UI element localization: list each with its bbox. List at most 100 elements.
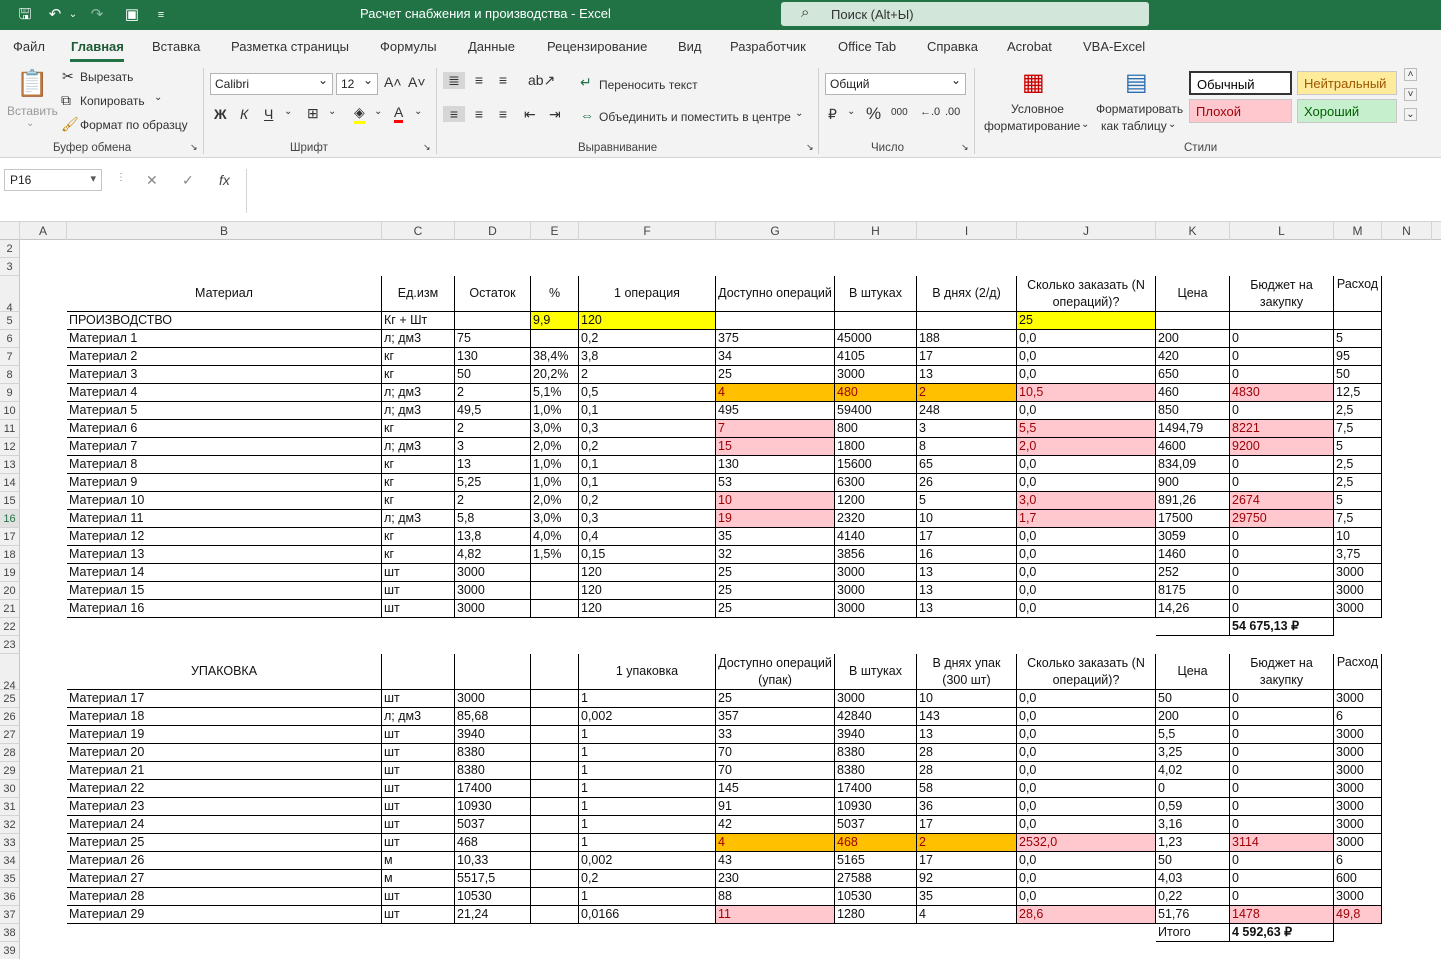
table1-cell[interactable]: 2 bbox=[455, 492, 531, 510]
table2-cell[interactable]: 230 bbox=[716, 870, 835, 888]
table2-cell[interactable]: 3000 bbox=[1334, 762, 1382, 780]
increase-indent-icon[interactable]: ⇥ bbox=[549, 106, 561, 123]
row-header-14[interactable]: 14 bbox=[0, 474, 20, 492]
table1-cell[interactable]: 25 bbox=[716, 564, 835, 582]
table1-cell[interactable]: Материал 8 bbox=[67, 456, 382, 474]
table2-cell[interactable]: Материал 24 bbox=[67, 816, 382, 834]
decrease-indent-icon[interactable]: ⇤ bbox=[524, 106, 536, 123]
row-header-22[interactable]: 22 bbox=[0, 618, 20, 636]
row-header-2[interactable]: 2 bbox=[0, 240, 20, 258]
table1-cell[interactable]: 2 bbox=[455, 384, 531, 402]
decrease-decimal-icon[interactable]: .00 bbox=[945, 106, 960, 118]
styles-scroll-up-icon[interactable]: ˄ bbox=[1404, 68, 1417, 81]
table1-cell[interactable] bbox=[531, 330, 579, 348]
decrease-font-icon[interactable]: A˅ bbox=[408, 74, 426, 90]
table2-cell[interactable]: Материал 23 bbox=[67, 798, 382, 816]
row-header-26[interactable]: 26 bbox=[0, 708, 20, 726]
format-painter-icon[interactable]: 🖌 bbox=[61, 116, 79, 133]
table1-cell[interactable]: 3000 bbox=[835, 366, 917, 384]
table2-cell[interactable]: 2 bbox=[917, 834, 1017, 852]
row-header-21[interactable]: 21 bbox=[0, 600, 20, 618]
table1-cell[interactable]: 420 bbox=[1156, 348, 1230, 366]
row-header-28[interactable]: 28 bbox=[0, 744, 20, 762]
table2-cell[interactable]: Материал 25 bbox=[67, 834, 382, 852]
table1-cell[interactable]: 0,0 bbox=[1017, 366, 1156, 384]
table2-cell[interactable]: 70 bbox=[716, 744, 835, 762]
tab-formulas[interactable]: Формулы bbox=[380, 39, 437, 54]
table2-cell[interactable] bbox=[531, 762, 579, 780]
table2-cell[interactable] bbox=[531, 888, 579, 906]
table2-cell[interactable]: шт bbox=[382, 798, 455, 816]
table1-cell[interactable]: 0,3 bbox=[579, 510, 716, 528]
table1-cell[interactable]: 1,0% bbox=[531, 402, 579, 420]
row-header-15[interactable]: 15 bbox=[0, 492, 20, 510]
table2-cell[interactable]: 3000 bbox=[835, 690, 917, 708]
table2-cell[interactable]: 10 bbox=[917, 690, 1017, 708]
table1-cell[interactable]: 0,0 bbox=[1017, 348, 1156, 366]
table1-cell[interactable]: 0,1 bbox=[579, 474, 716, 492]
table1-cell[interactable]: 10,5 bbox=[1017, 384, 1156, 402]
table2-cell[interactable]: Материал 26 bbox=[67, 852, 382, 870]
table1-cell[interactable]: Материал 13 bbox=[67, 546, 382, 564]
row-header-20[interactable]: 20 bbox=[0, 582, 20, 600]
row-header-36[interactable]: 36 bbox=[0, 888, 20, 906]
table1-cell[interactable]: 1200 bbox=[835, 492, 917, 510]
table2-cell[interactable] bbox=[531, 816, 579, 834]
table1-cell[interactable]: 200 bbox=[1156, 330, 1230, 348]
table1-cell[interactable]: 495 bbox=[716, 402, 835, 420]
table1-cell[interactable]: 45000 bbox=[835, 330, 917, 348]
table1-cell[interactable]: 130 bbox=[455, 348, 531, 366]
table1-cell[interactable]: 0,0 bbox=[1017, 402, 1156, 420]
tab-data[interactable]: Данные bbox=[468, 39, 515, 54]
table2-cell[interactable]: 3000 bbox=[1334, 780, 1382, 798]
undo-dropdown-icon[interactable]: ⌄ bbox=[62, 5, 84, 25]
table2-cell[interactable]: 4 bbox=[917, 906, 1017, 924]
table1-cell[interactable]: 3,0% bbox=[531, 420, 579, 438]
table1-cell[interactable]: 15 bbox=[716, 438, 835, 456]
table1-cell[interactable]: 1,5% bbox=[531, 546, 579, 564]
table1-cell[interactable]: 10 bbox=[716, 492, 835, 510]
table2-cell[interactable]: 0 bbox=[1230, 726, 1334, 744]
table1-cell[interactable]: кг bbox=[382, 366, 455, 384]
conditional-formatting-icon[interactable]: ▦ bbox=[1022, 68, 1045, 97]
table2-cell[interactable]: 0 bbox=[1230, 870, 1334, 888]
table1-cell[interactable]: 4 bbox=[716, 384, 835, 402]
table2-cell[interactable]: 1 bbox=[579, 888, 716, 906]
table2-cell[interactable]: 0 bbox=[1156, 780, 1230, 798]
table2-cell[interactable]: 0,0 bbox=[1017, 780, 1156, 798]
row-header-27[interactable]: 27 bbox=[0, 726, 20, 744]
table2-cell[interactable]: 8380 bbox=[455, 762, 531, 780]
table1-cell[interactable]: 120 bbox=[579, 600, 716, 618]
table2-cell[interactable]: шт bbox=[382, 762, 455, 780]
table2-cell[interactable]: шт bbox=[382, 816, 455, 834]
table1-cell[interactable]: 120 bbox=[579, 582, 716, 600]
row-header-29[interactable]: 29 bbox=[0, 762, 20, 780]
table1-cell[interactable]: 5,5 bbox=[1017, 420, 1156, 438]
table2-cell[interactable]: 28,6 bbox=[1017, 906, 1156, 924]
tab-developer[interactable]: Разработчик bbox=[730, 39, 806, 54]
table1-cell[interactable]: 0,0 bbox=[1017, 456, 1156, 474]
table2-cell[interactable]: 0 bbox=[1230, 708, 1334, 726]
table1-cell[interactable]: 0,2 bbox=[579, 492, 716, 510]
select-all-corner[interactable] bbox=[0, 222, 20, 240]
row-header-6[interactable]: 6 bbox=[0, 330, 20, 348]
table1-cell[interactable]: 13 bbox=[917, 564, 1017, 582]
table1-cell[interactable]: 3000 bbox=[1334, 582, 1382, 600]
conditional-formatting-label-1[interactable]: Условное bbox=[1011, 102, 1064, 116]
production-row-cell[interactable]: ПРОИЗВОДСТВО bbox=[67, 312, 382, 330]
table2-header-cell[interactable]: 1 упаковка bbox=[579, 654, 716, 690]
row-header-19[interactable]: 19 bbox=[0, 564, 20, 582]
table2-cell[interactable]: 0,59 bbox=[1156, 798, 1230, 816]
table1-cell[interactable]: 130 bbox=[716, 456, 835, 474]
production-row-cell[interactable] bbox=[1230, 312, 1334, 330]
table1-cell[interactable]: 13 bbox=[917, 600, 1017, 618]
table1-cell[interactable]: 0 bbox=[1230, 528, 1334, 546]
wrap-text-button[interactable]: Переносить текст bbox=[599, 78, 698, 92]
table2-cell[interactable]: шт bbox=[382, 744, 455, 762]
table1-header-cell[interactable]: Сколько заказать (N операций)? bbox=[1017, 276, 1156, 312]
table1-cell[interactable]: 2,5 bbox=[1334, 456, 1382, 474]
table1-cell[interactable] bbox=[531, 600, 579, 618]
table1-cell[interactable]: 59400 bbox=[835, 402, 917, 420]
table1-cell[interactable]: 0,0 bbox=[1017, 582, 1156, 600]
table1-header-cell[interactable]: Цена bbox=[1156, 276, 1230, 312]
